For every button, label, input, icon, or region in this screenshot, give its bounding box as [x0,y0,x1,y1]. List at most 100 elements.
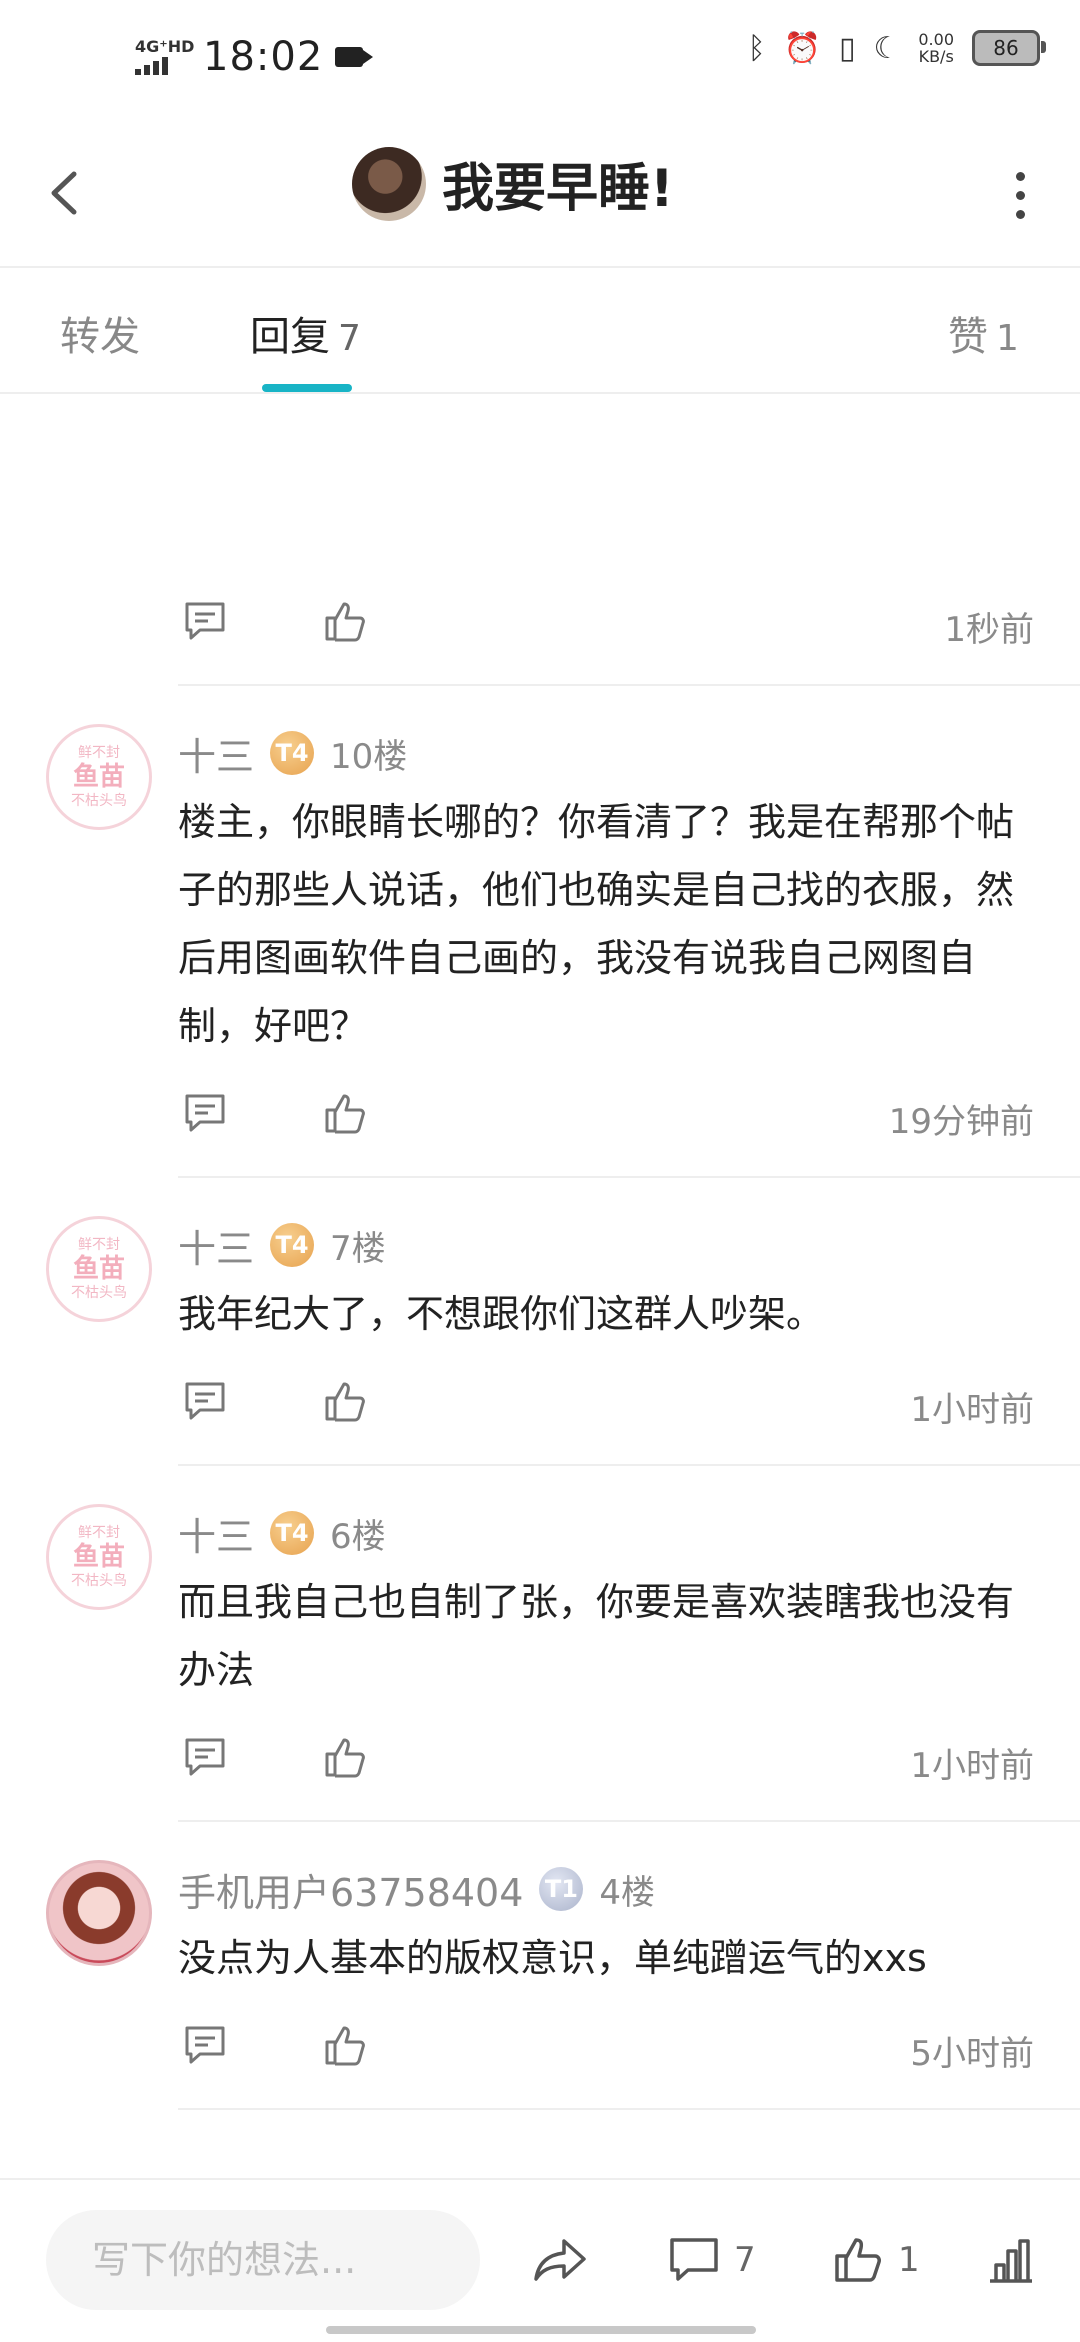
like-count: 1 [898,2240,920,2280]
dot-icon [1015,171,1025,181]
bluetooth-icon: ᛒ [747,30,766,66]
avatar-text: 鲜不封 [78,1237,120,1253]
status-left: 4G⁺HD 18:02 [135,34,374,80]
network-indicator: 4G⁺HD [135,37,195,75]
comment-icon[interactable] [182,2022,228,2068]
avatar-text: 鱼苗 [72,1542,125,1572]
more-options-button[interactable] [1000,160,1040,230]
avatar-text: 鲜不封 [78,745,120,761]
reply-content[interactable]: 我年纪大了，不想跟你们这群人吵架。 [178,1280,1080,1348]
floor-number: 7楼 [330,1228,386,1269]
speed-unit: KB/s [918,47,954,66]
tab-count: 7 [338,318,361,359]
avatar-text: 不枯头鸟 [71,1285,127,1301]
reply-actions: 1小时前 [178,1704,1080,1820]
avatar[interactable] [352,146,426,221]
reply-meta: 十三 T4 6楼 [178,1466,1080,1560]
bar-chart-icon [990,2239,1032,2283]
like-count-button[interactable]: 1 [832,2232,920,2288]
bottom-action-bar: 7 1 [0,2178,1080,2342]
vibrate-icon: ▯ [838,30,856,66]
level-badge: T4 [270,1511,315,1555]
home-indicator[interactable] [326,2326,756,2334]
comment-count-button[interactable]: 7 [668,2232,756,2288]
floor-number: 6楼 [330,1516,386,1557]
comment-icon[interactable] [182,1378,228,1424]
reply-item: 1秒前 [178,394,1080,686]
screen-record-icon [335,47,374,67]
tab-repost[interactable]: 转发 [60,304,140,362]
share-icon [534,2239,586,2281]
reply-content[interactable]: 楼主，你眼睛长哪的？你看清了？我是在帮那个帖子的那些人说话，他们也确实是自己找的… [178,788,1080,1060]
avatar-text: 不枯头鸟 [71,793,127,809]
floor-number: 4楼 [599,1872,656,1913]
dot-icon [1015,190,1025,200]
thumbs-up-icon [835,2238,881,2282]
back-button[interactable] [44,158,92,228]
status-right: ᛒ ⏰ ▯ ☾ 0.00 KB/s 86 [747,30,1046,66]
avatar-text: 鱼苗 [72,762,125,792]
comment-icon[interactable] [182,1734,228,1780]
reply-content[interactable]: 没点为人基本的版权意识，单纯蹭运气的xxs [178,1924,1080,1992]
thumbs-up-icon[interactable] [322,1734,368,1780]
reply-content[interactable]: 而且我自己也自制了张，你要是喜欢装瞎我也没有办法 [178,1568,1080,1704]
reply-time: 1小时前 [910,1390,1034,1430]
post-author[interactable]: 我要早睡! [352,146,674,221]
username[interactable]: 十三 [178,726,254,781]
thumbs-up-icon[interactable] [322,1378,368,1424]
reply-input[interactable] [46,2210,480,2310]
tab-replies[interactable]: 回复 7 [250,304,361,362]
username[interactable]: 手机用户63758404 [178,1862,523,1917]
reply-time: 1小时前 [910,1746,1034,1786]
avatar[interactable] [46,1860,152,1966]
network-speed: 0.00 KB/s [918,31,954,65]
share-button[interactable] [532,2232,590,2288]
alarm-icon: ⏰ [783,30,821,66]
reply-list[interactable]: 1秒前 鲜不封 鱼苗 不枯头鸟 十三 T4 10楼 楼主，你眼睛长哪的？你看清了… [0,394,1080,2174]
stats-button[interactable] [986,2232,1036,2288]
thumbs-up-icon[interactable] [322,598,368,644]
floor-number: 10楼 [330,736,408,777]
moon-icon: ☾ [873,30,901,66]
username[interactable]: 十三 [178,1506,254,1561]
status-bar: 4G⁺HD 18:02 ᛒ ⏰ ▯ ☾ 0.00 KB/s 86 [0,0,1080,120]
tab-label: 回复 [250,314,330,360]
signal-icon [135,57,191,75]
page-title: 我要早睡! [442,159,674,219]
tab-label: 赞 [948,314,988,360]
reply-meta: 手机用户63758404 T1 4楼 [178,1822,1080,1916]
reply-item: 鲜不封 鱼苗 不枯头鸟 十三 T4 7楼 我年纪大了，不想跟你们这群人吵架。 1… [46,1178,1080,1466]
comment-count: 7 [734,2240,756,2280]
speed-value: 0.00 [918,30,954,49]
level-badge: T4 [270,1223,315,1267]
avatar[interactable]: 鲜不封 鱼苗 不枯头鸟 [46,724,152,830]
thumbs-up-icon[interactable] [322,2022,368,2068]
avatar[interactable]: 鲜不封 鱼苗 不枯头鸟 [46,1216,152,1322]
reply-time: 5小时前 [910,2034,1034,2074]
top-app-bar: 我要早睡! [0,120,1080,268]
tab-count: 1 [996,318,1019,359]
tab-likes[interactable]: 赞1 [948,304,1019,362]
clock: 18:02 [203,34,324,80]
comment-icon [670,2238,718,2281]
reply-meta: 十三 T4 10楼 [178,686,1080,780]
comment-icon[interactable] [182,598,228,644]
tab-label: 转发 [60,314,140,360]
active-tab-indicator [262,384,352,392]
avatar[interactable]: 鲜不封 鱼苗 不枯头鸟 [46,1504,152,1610]
chevron-left-icon [51,171,77,215]
avatar-text: 鲜不封 [78,1525,120,1541]
reply-item: 手机用户63758404 T1 4楼 没点为人基本的版权意识，单纯蹭运气的xxs… [46,1822,1080,2110]
reply-actions: 5小时前 [178,1992,1080,2108]
reply-item: 鲜不封 鱼苗 不枯头鸟 十三 T4 6楼 而且我自己也自制了张，你要是喜欢装瞎我… [46,1466,1080,1822]
network-type: 4G⁺HD [135,37,195,56]
username[interactable]: 十三 [178,1218,254,1273]
reply-time: 19分钟前 [888,1102,1034,1142]
reply-actions: 19分钟前 [178,1060,1080,1176]
reply-actions: 1小时前 [178,1348,1080,1464]
tab-bar: 转发 回复 7 赞1 [0,268,1080,394]
thumbs-up-icon[interactable] [322,1090,368,1136]
avatar-text: 鱼苗 [72,1254,125,1284]
comment-icon[interactable] [182,1090,228,1136]
battery-icon: 86 [972,30,1046,66]
